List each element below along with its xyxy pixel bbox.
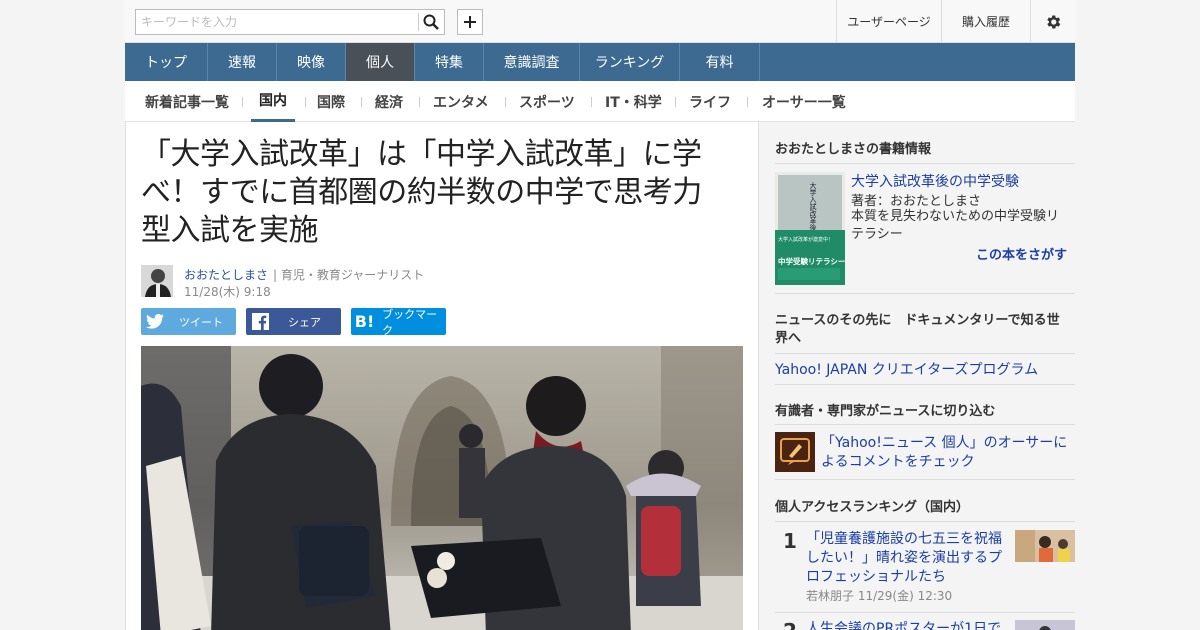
article-title: 「大学入試改革」は「中学入試改革」に学べ！すでに首都圏の約半数の中学で思考力型入… bbox=[141, 137, 702, 248]
category-latest[interactable]: 新着記事一覧 bbox=[145, 81, 229, 122]
book-cover[interactable]: 大学入試改革後の中学受験 大学入試改革が激変中！ 中学受験リテラシー bbox=[775, 172, 845, 285]
category-economy[interactable]: 経済 bbox=[375, 81, 403, 122]
category-divider bbox=[747, 97, 748, 107]
nav-tab-paid[interactable]: 有料 bbox=[680, 43, 760, 81]
category-authors[interactable]: オーサー一覧 bbox=[762, 81, 846, 122]
author-photo bbox=[141, 265, 173, 297]
user-page-link[interactable]: ユーザーページ bbox=[836, 0, 941, 43]
nav-tab-features[interactable]: 特集 bbox=[415, 43, 484, 81]
category-domestic[interactable]: 国内 bbox=[251, 81, 295, 122]
author-avatar[interactable] bbox=[141, 265, 173, 297]
expert-section-heading: 有識者・専門家がニュースに切り込む bbox=[775, 404, 996, 419]
category-nav: 新着記事一覧 国内 国際 経済 エンタメ スポーツ IT・科学 ライフ オーサー… bbox=[125, 81, 1075, 122]
pen-icon bbox=[780, 438, 810, 465]
ranking-thumbnail-image bbox=[1015, 620, 1075, 630]
hatena-bookmark-button[interactable]: B! ブックマーク bbox=[351, 307, 446, 337]
tweet-label: ツイート bbox=[179, 315, 223, 329]
book-author: 著者：おおたとしまさ bbox=[851, 194, 982, 209]
purchase-history-link[interactable]: 購入履歴 bbox=[941, 0, 1030, 43]
find-book-link[interactable]: この本をさがす bbox=[976, 244, 1067, 263]
facebook-share-button[interactable]: シェア bbox=[246, 308, 341, 335]
category-life[interactable]: ライフ bbox=[689, 81, 731, 122]
main-nav: トップ 速報 映像 個人 特集 意識調査 ランキング 有料 bbox=[125, 43, 1075, 81]
category-it-science[interactable]: IT・科学 bbox=[605, 81, 662, 122]
section-divider bbox=[775, 521, 1075, 522]
ranking-section-heading: 個人アクセスランキング（国内） bbox=[775, 500, 969, 515]
comment-icon[interactable] bbox=[775, 432, 815, 472]
search-button[interactable] bbox=[417, 10, 444, 34]
top-header: ユーザーページ 購入履歴 bbox=[125, 0, 1075, 43]
book-title-link[interactable]: 大学入試改革後の中学受験 bbox=[851, 171, 1019, 191]
search-icon bbox=[423, 14, 439, 30]
settings-button[interactable] bbox=[1030, 0, 1075, 43]
rank-number: 2 bbox=[783, 619, 797, 630]
sidebar: おおたとしまさの書籍情報 大学入試改革後の中学受験 大学入試改革が激変中！ 中学… bbox=[775, 122, 1075, 630]
ranking-item-link[interactable]: 「児童養護施設の七五三を祝福したい！」晴れ姿を演出するプロフェッショナルたち bbox=[806, 530, 1011, 587]
bookmark-label: ブックマーク bbox=[382, 307, 438, 337]
book-section-heading: おおたとしまさの書籍情報 bbox=[775, 142, 932, 157]
section-divider bbox=[775, 384, 1075, 385]
documentary-section-heading: ニュースのその先に ドキュメンタリーで知る世界へ bbox=[775, 313, 1060, 346]
ranking-thumbnail-image bbox=[1015, 530, 1075, 562]
article: 「大学入試改革」は「中学入試改革」に学べ！すでに首都圏の約半数の中学で思考力型入… bbox=[125, 122, 759, 630]
ranking-item-link[interactable]: 人生会議のPRポスターが1日で bbox=[806, 620, 1011, 630]
expert-comment-link[interactable]: 「Yahoo!ニュース 個人」のオーサーによるコメントをチェック bbox=[821, 434, 1071, 472]
article-image bbox=[141, 346, 743, 630]
nav-tab-top[interactable]: トップ bbox=[125, 43, 208, 81]
category-divider bbox=[242, 97, 243, 107]
book-cover-image: 大学入試改革後の中学受験 大学入試改革が激変中！ 中学受験リテラシー bbox=[775, 172, 845, 285]
ranking-thumbnail[interactable] bbox=[1015, 620, 1075, 630]
rank-number: 1 bbox=[783, 529, 797, 553]
category-international[interactable]: 国際 bbox=[317, 81, 345, 122]
category-divider bbox=[675, 97, 676, 107]
twitter-icon bbox=[141, 314, 169, 329]
header-links: ユーザーページ 購入履歴 bbox=[836, 0, 1075, 43]
author-role: | 育児・教育ジャーナリスト bbox=[273, 268, 425, 282]
ranking-thumbnail[interactable] bbox=[1015, 530, 1075, 562]
post-date: 11/28(木) 9:18 bbox=[184, 285, 271, 299]
section-divider bbox=[775, 612, 1075, 613]
section-divider bbox=[775, 353, 1075, 354]
search-box bbox=[135, 9, 445, 35]
nav-tab-breaking[interactable]: 速報 bbox=[208, 43, 277, 81]
book-cover-band-main: 中学受験リテラシー bbox=[778, 256, 845, 266]
plus-icon bbox=[464, 16, 476, 28]
category-divider bbox=[591, 97, 592, 107]
category-sports[interactable]: スポーツ bbox=[519, 81, 575, 122]
category-divider bbox=[305, 97, 306, 107]
article-photo bbox=[141, 346, 743, 630]
section-divider bbox=[775, 479, 1075, 480]
category-divider bbox=[419, 97, 420, 107]
category-divider bbox=[505, 97, 506, 107]
gear-icon bbox=[1047, 14, 1061, 29]
facebook-icon bbox=[246, 313, 274, 330]
search-input[interactable] bbox=[136, 10, 418, 34]
tweet-button[interactable]: ツイート bbox=[141, 308, 236, 335]
book-cover-band-top: 大学入試改革が激変中！ bbox=[778, 236, 833, 243]
hatena-icon: B! bbox=[354, 312, 375, 331]
add-button[interactable] bbox=[457, 9, 483, 35]
section-divider bbox=[775, 163, 1075, 164]
creators-program-link[interactable]: Yahoo! JAPAN クリエイターズプログラム bbox=[775, 359, 1038, 379]
book-description: 本質を見失わないための中学受験リテラシー bbox=[851, 209, 1060, 242]
ranking-item-meta: 若林朋子 11/29(金) 12:30 bbox=[806, 589, 953, 603]
nav-tab-video[interactable]: 映像 bbox=[277, 43, 346, 81]
nav-tab-survey[interactable]: 意識調査 bbox=[484, 43, 580, 81]
category-divider bbox=[361, 97, 362, 107]
author-name[interactable]: おおたとしまさ bbox=[184, 266, 268, 283]
nav-tab-individual[interactable]: 個人 bbox=[346, 43, 415, 81]
section-divider bbox=[775, 293, 1075, 294]
category-entertainment[interactable]: エンタメ bbox=[433, 81, 489, 122]
section-divider bbox=[775, 424, 1075, 425]
nav-tab-ranking[interactable]: ランキング bbox=[580, 43, 680, 81]
share-label: シェア bbox=[288, 315, 321, 329]
